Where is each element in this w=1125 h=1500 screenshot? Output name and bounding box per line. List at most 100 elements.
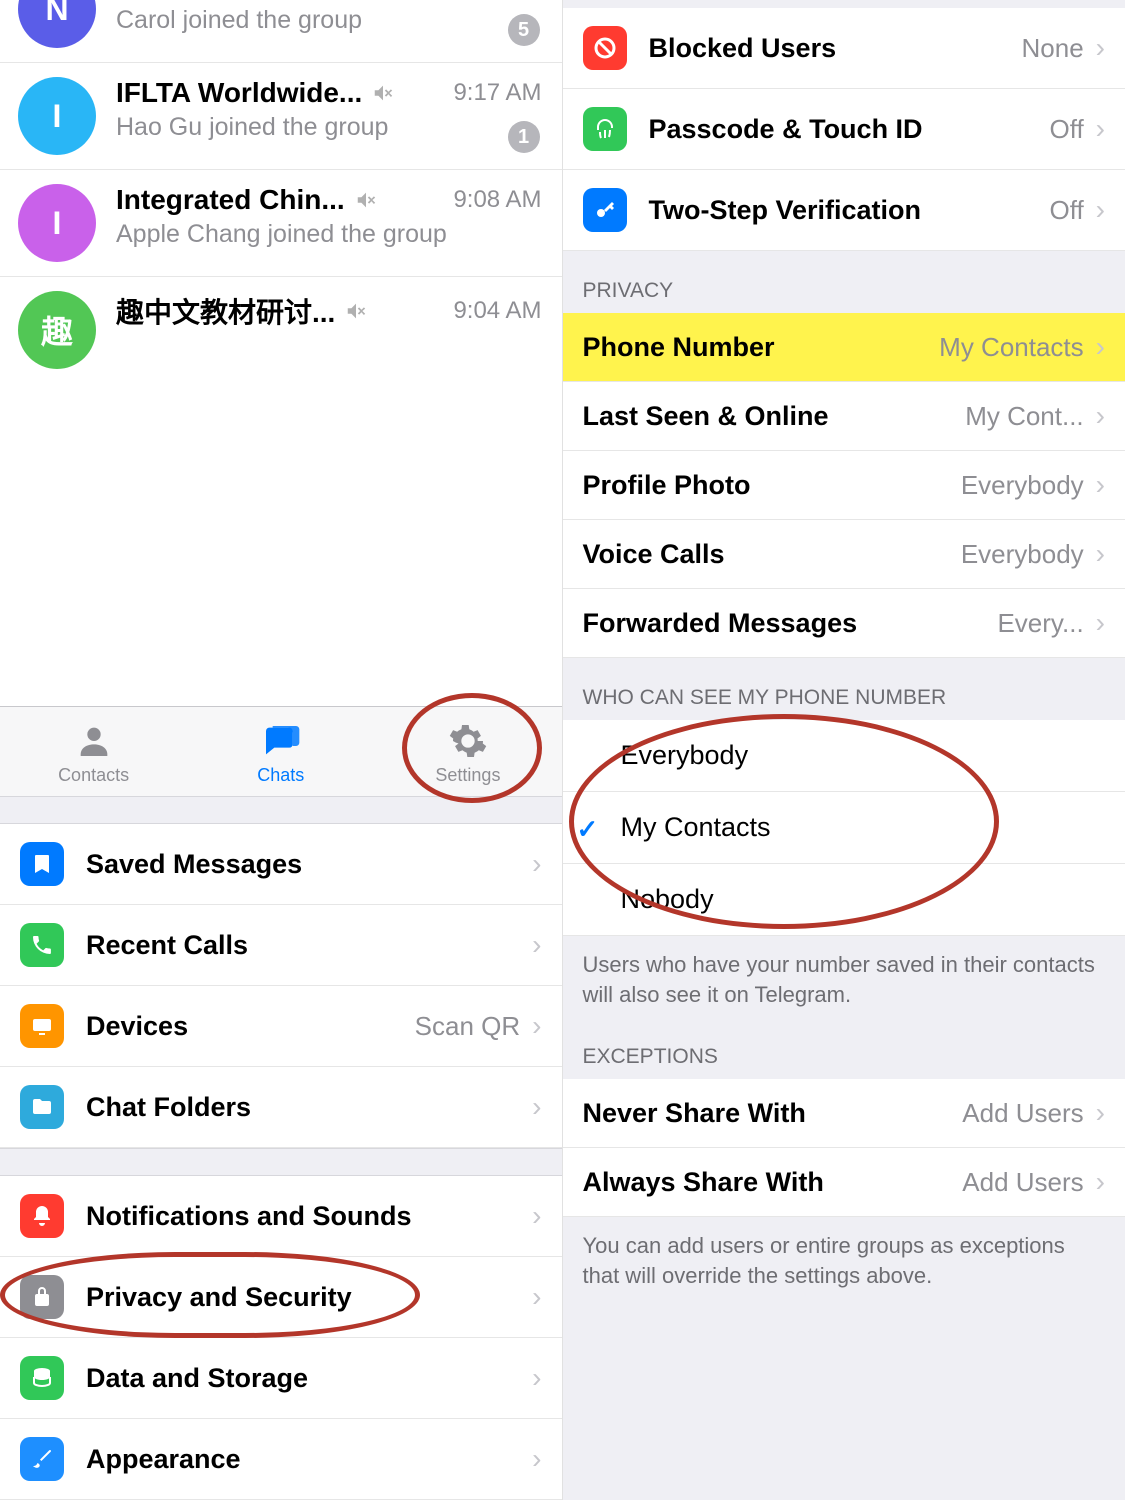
row-voice-calls[interactable]: Voice Calls Everybody › — [563, 520, 1125, 589]
chevron-right-icon: › — [1096, 607, 1105, 639]
tab-bar: Contacts Chats Settings — [0, 706, 562, 796]
row-value: Off — [1049, 195, 1083, 226]
folder-icon — [20, 1085, 64, 1129]
settings-row-notifications[interactable]: Notifications and Sounds › — [0, 1176, 562, 1257]
footer-text: Users who have your number saved in thei… — [563, 936, 1125, 1031]
choice-my-contacts[interactable]: ✓ My Contacts — [563, 792, 1125, 864]
row-value: None — [1022, 33, 1084, 64]
tab-chats[interactable]: Chats — [187, 707, 374, 796]
row-forwarded-messages[interactable]: Forwarded Messages Every... › — [563, 589, 1125, 658]
tab-settings[interactable]: Settings — [374, 707, 561, 796]
choice-label: Nobody — [621, 884, 714, 914]
choice-label: My Contacts — [621, 812, 771, 842]
row-passcode[interactable]: Passcode & Touch ID Off › — [563, 89, 1125, 170]
chat-time: 9:04 AM — [453, 297, 541, 325]
row-value: Off — [1049, 114, 1083, 145]
settings-row-data-storage[interactable]: Data and Storage › — [0, 1338, 562, 1419]
phone-icon — [20, 923, 64, 967]
left-panel: N NCLC/CLTA SIG... 9:33 AM Carol joined … — [0, 0, 563, 1500]
row-never-share[interactable]: Never Share With Add Users › — [563, 1079, 1125, 1148]
avatar: I — [18, 77, 96, 155]
row-label: Notifications and Sounds — [86, 1201, 412, 1232]
check-icon: ✓ — [577, 814, 599, 845]
unread-badge: 5 — [508, 14, 540, 46]
row-phone-number[interactable]: Phone Number My Contacts › — [563, 313, 1125, 382]
monitor-icon — [20, 1004, 64, 1048]
row-label: Passcode & Touch ID — [649, 114, 923, 145]
row-label: Forwarded Messages — [583, 608, 858, 639]
lock-icon — [20, 1275, 64, 1319]
settings-row-recent-calls[interactable]: Recent Calls › — [0, 905, 562, 986]
row-label: Privacy and Security — [86, 1282, 352, 1313]
chevron-right-icon: › — [532, 1010, 541, 1042]
row-label: Profile Photo — [583, 470, 751, 501]
chat-name: NCLC/CLTA SIG... — [116, 0, 350, 2]
section-header-privacy: Privacy — [563, 251, 1125, 313]
database-icon — [20, 1356, 64, 1400]
row-label: Two-Step Verification — [649, 195, 922, 226]
bookmark-icon — [20, 842, 64, 886]
row-label: Voice Calls — [583, 539, 725, 570]
chevron-right-icon: › — [532, 1200, 541, 1232]
chat-name: Integrated Chin... — [116, 184, 345, 216]
chat-item[interactable]: 趣 趣中文教材研讨... 9:04 AM — [0, 277, 562, 383]
chevron-right-icon: › — [1096, 469, 1105, 501]
choice-nobody[interactable]: Nobody — [563, 864, 1125, 936]
row-label: Appearance — [86, 1444, 241, 1475]
chat-subtitle: Hao Gu joined the group — [116, 113, 542, 142]
row-value: My Contacts — [939, 332, 1084, 363]
row-label: Chat Folders — [86, 1092, 251, 1123]
chevron-right-icon: › — [1096, 194, 1105, 226]
row-value: Every... — [997, 608, 1083, 639]
settings-row-saved-messages[interactable]: Saved Messages › — [0, 824, 562, 905]
chevron-right-icon: › — [1096, 1097, 1105, 1129]
person-icon — [74, 721, 114, 761]
choice-everybody[interactable]: Everybody — [563, 720, 1125, 792]
mute-icon — [372, 82, 394, 104]
row-profile-photo[interactable]: Profile Photo Everybody › — [563, 451, 1125, 520]
section-header-who-can-see: Who can see my phone number — [563, 658, 1125, 720]
row-value: Scan QR — [415, 1011, 521, 1042]
chat-name: 趣中文教材研讨... — [116, 291, 335, 331]
section-header-exceptions: Exceptions — [563, 1031, 1125, 1079]
row-value: Everybody — [961, 470, 1084, 501]
row-label: Blocked Users — [649, 33, 837, 64]
chevron-right-icon: › — [1096, 331, 1105, 363]
chevron-right-icon: › — [1096, 113, 1105, 145]
settings-row-chat-folders[interactable]: Chat Folders › — [0, 1067, 562, 1148]
row-two-step[interactable]: Two-Step Verification Off › — [563, 170, 1125, 251]
row-value: My Cont... — [965, 401, 1083, 432]
avatar: I — [18, 184, 96, 262]
chevron-right-icon: › — [1096, 1166, 1105, 1198]
chevron-right-icon: › — [532, 1443, 541, 1475]
choice-label: Everybody — [621, 740, 749, 770]
chat-time: 9:17 AM — [453, 79, 541, 107]
row-value: Everybody — [961, 539, 1084, 570]
avatar: 趣 — [18, 291, 96, 369]
chat-item[interactable]: I Integrated Chin... 9:08 AM Apple Chang… — [0, 170, 562, 277]
chat-item[interactable]: N NCLC/CLTA SIG... 9:33 AM Carol joined … — [0, 0, 562, 63]
tab-label: Chats — [257, 765, 304, 786]
row-label: Always Share With — [583, 1167, 824, 1198]
chevron-right-icon: › — [532, 1281, 541, 1313]
row-value: Add Users — [962, 1098, 1083, 1129]
key-icon — [583, 188, 627, 232]
settings-row-devices[interactable]: Devices Scan QR › — [0, 986, 562, 1067]
row-label: Never Share With — [583, 1098, 806, 1129]
row-blocked-users[interactable]: Blocked Users None › — [563, 8, 1125, 89]
row-value: Add Users — [962, 1167, 1083, 1198]
settings-row-appearance[interactable]: Appearance › — [0, 1419, 562, 1500]
settings-row-privacy-security[interactable]: Privacy and Security › — [0, 1257, 562, 1338]
row-last-seen[interactable]: Last Seen & Online My Cont... › — [563, 382, 1125, 451]
row-always-share[interactable]: Always Share With Add Users › — [563, 1148, 1125, 1217]
chat-item[interactable]: I IFLTA Worldwide... 9:17 AM Hao Gu join… — [0, 63, 562, 170]
fingerprint-icon — [583, 107, 627, 151]
row-label: Phone Number — [583, 332, 775, 363]
row-label: Saved Messages — [86, 849, 302, 880]
chevron-right-icon: › — [1096, 32, 1105, 64]
mute-icon — [355, 189, 377, 211]
row-label: Data and Storage — [86, 1363, 308, 1394]
row-label: Last Seen & Online — [583, 401, 829, 432]
chevron-right-icon: › — [1096, 538, 1105, 570]
tab-contacts[interactable]: Contacts — [0, 707, 187, 796]
